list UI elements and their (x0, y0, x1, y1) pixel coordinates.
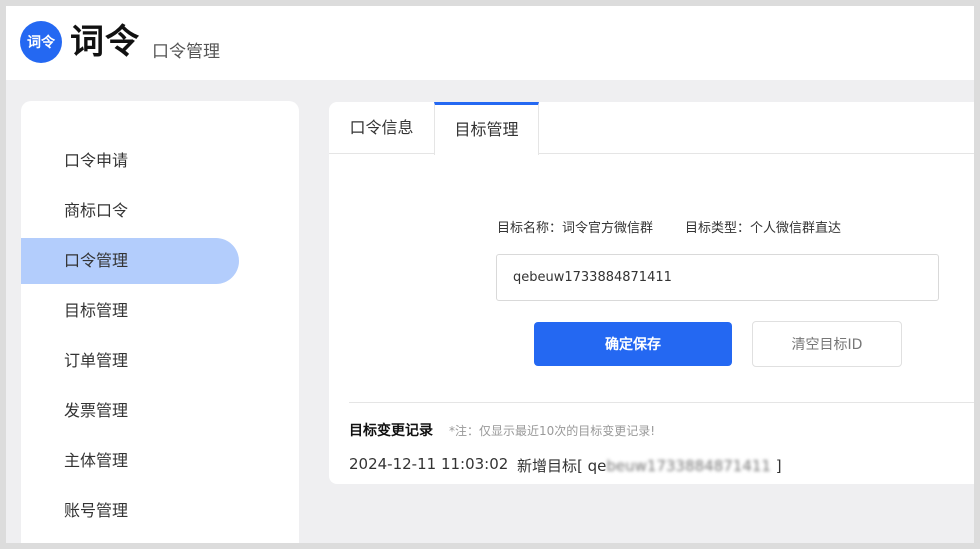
tab-target-management[interactable]: 目标管理 (434, 102, 539, 155)
sidebar: 口令申请 商标口令 口令管理 目标管理 订单管理 发票管理 主体管理 账号管理 (21, 101, 299, 543)
brand-title: 词令 (70, 22, 140, 62)
sidebar-item-orders[interactable]: 订单管理 (21, 338, 239, 384)
app-frame: 词令 词令 口令管理 口令申请 商标口令 口令管理 目标管理 订单管理 发票管理… (6, 6, 974, 543)
record-event-prefix: 新增目标[ qe (517, 457, 607, 475)
sidebar-item-apply[interactable]: 口令申请 (21, 138, 239, 184)
sidebar-item-invoices[interactable]: 发票管理 (21, 388, 239, 434)
records-note: *注：仅显示最近10次的目标变更记录! (449, 424, 656, 438)
record-event-suffix: ] (770, 457, 782, 475)
logo-icon: 词令 (20, 21, 62, 63)
sidebar-item-target-management[interactable]: 目标管理 (21, 288, 239, 334)
tab-command-info[interactable]: 口令信息 (329, 102, 434, 155)
main-panel: 口令信息 目标管理 目标名称：词令官方微信群 目标类型：个人微信群直达 确定保存… (329, 102, 974, 484)
target-type-label: 目标类型：个人微信群直达 (685, 221, 842, 236)
tab-bar: 口令信息 目标管理 (329, 102, 974, 155)
sidebar-item-command-management[interactable]: 口令管理 (21, 238, 239, 284)
target-name-label: 目标名称：词令官方微信群 (497, 221, 654, 236)
target-id-input[interactable] (496, 254, 939, 301)
header: 词令 词令 口令管理 (6, 6, 974, 80)
sidebar-item-entities[interactable]: 主体管理 (21, 438, 239, 484)
record-time: 2024-12-11 11:03:02 (349, 455, 509, 473)
divider (349, 402, 974, 403)
sidebar-item-accounts[interactable]: 账号管理 (21, 488, 239, 534)
page-subtitle: 口令管理 (152, 42, 220, 62)
sidebar-item-trademark[interactable]: 商标口令 (21, 188, 239, 234)
records-title: 目标变更记录 (349, 423, 433, 439)
clear-target-id-button[interactable]: 清空目标ID (752, 321, 902, 367)
record-event: 新增目标[ qebeuw1733884871411 ] (517, 455, 782, 476)
save-button[interactable]: 确定保存 (534, 322, 732, 366)
record-event-value: beuw1733884871411 (606, 457, 771, 475)
